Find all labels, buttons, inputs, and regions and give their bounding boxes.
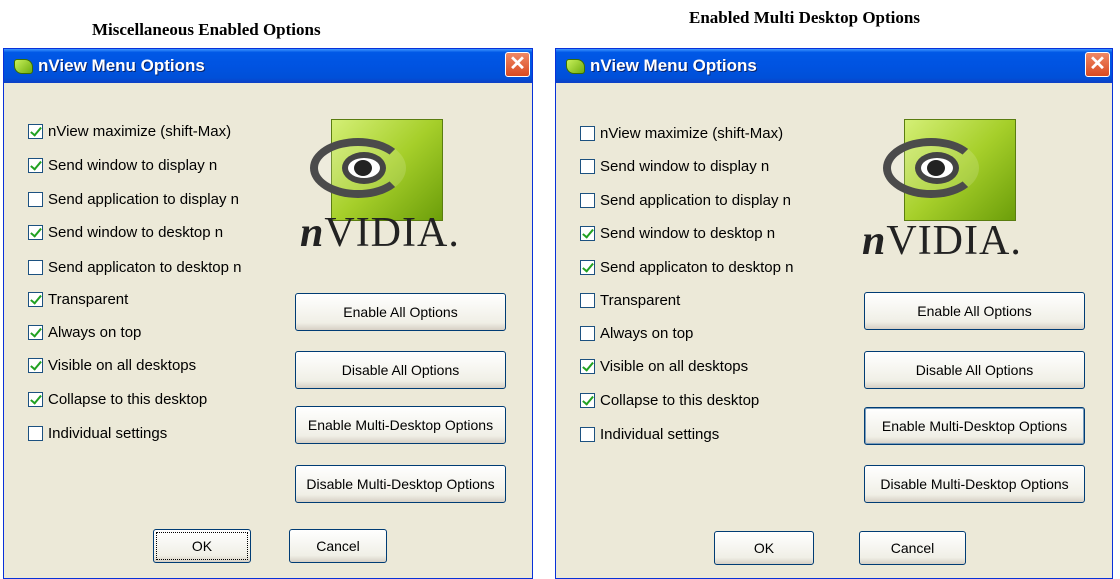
nvidia-app-icon [566, 59, 585, 74]
checkbox[interactable] [580, 392, 595, 408]
option-label: nView maximize (shift-Max) [600, 124, 784, 142]
option-label: Collapse to this desktop [48, 390, 208, 408]
checkbox[interactable] [580, 125, 595, 141]
enable-all-options-button[interactable]: Enable All Options [864, 292, 1085, 330]
option-send-window-to-display[interactable]: Send window to display n [28, 154, 217, 176]
nvidia-eye-logo-icon [883, 119, 1016, 221]
checkbox[interactable] [28, 391, 43, 407]
checkbox[interactable] [580, 192, 595, 208]
option-nview-maximize[interactable]: nView maximize (shift-Max) [28, 120, 231, 142]
option-label: Send window to display n [600, 157, 770, 175]
option-label: Visible on all desktops [48, 356, 197, 374]
checkbox[interactable] [28, 191, 43, 207]
wordmark-prefix: n [862, 218, 887, 264]
checkbox[interactable] [28, 157, 43, 173]
option-collapse-to-this-desktop[interactable]: Collapse to this desktop [580, 389, 759, 411]
option-individual-settings[interactable]: Individual settings [28, 422, 167, 444]
option-always-on-top[interactable]: Always on top [580, 322, 693, 344]
ok-button[interactable]: OK [153, 529, 251, 563]
option-label: Transparent [48, 290, 129, 308]
window-title: nView Menu Options [590, 56, 757, 75]
dialog-nview-menu-options-right: nView Menu Options ✕ nView maximize (shi… [555, 48, 1113, 579]
cancel-button[interactable]: Cancel [289, 529, 387, 563]
option-collapse-to-this-desktop[interactable]: Collapse to this desktop [28, 388, 207, 410]
option-send-window-to-desktop[interactable]: Send window to desktop n [28, 221, 223, 243]
checkbox[interactable] [580, 158, 595, 174]
option-send-application-to-desktop[interactable]: Send applicaton to desktop n [580, 256, 793, 278]
checkbox[interactable] [580, 225, 595, 241]
option-label: Send application to display n [600, 191, 791, 209]
close-button[interactable]: ✕ [505, 52, 530, 77]
option-transparent[interactable]: Transparent [28, 288, 128, 310]
checkbox[interactable] [28, 224, 43, 240]
enable-multi-desktop-options-button[interactable]: Enable Multi-Desktop Options [864, 407, 1085, 445]
option-always-on-top[interactable]: Always on top [28, 321, 141, 343]
checkbox[interactable] [580, 358, 595, 374]
option-label: Send application to display n [48, 190, 239, 208]
disable-multi-desktop-options-button[interactable]: Disable Multi-Desktop Options [295, 465, 506, 503]
window-title: nView Menu Options [38, 56, 205, 75]
enable-all-options-button[interactable]: Enable All Options [295, 293, 506, 331]
option-label: Collapse to this desktop [600, 391, 760, 409]
option-label: nView maximize (shift-Max) [48, 122, 232, 140]
option-label: Individual settings [48, 424, 168, 442]
checkbox[interactable] [28, 324, 43, 340]
wordmark-text: VIDIA. [324, 210, 460, 256]
option-send-application-to-display[interactable]: Send application to display n [28, 188, 239, 210]
option-transparent[interactable]: Transparent [580, 289, 680, 311]
option-send-window-to-desktop[interactable]: Send window to desktop n [580, 222, 775, 244]
option-send-application-to-desktop[interactable]: Send applicaton to desktop n [28, 256, 241, 278]
disable-multi-desktop-options-button[interactable]: Disable Multi-Desktop Options [864, 465, 1085, 503]
checkbox[interactable] [580, 325, 595, 341]
checkbox[interactable] [580, 292, 595, 308]
nvidia-eye-logo-icon [310, 119, 443, 221]
option-label: Transparent [600, 291, 681, 309]
checkbox[interactable] [28, 291, 43, 307]
option-individual-settings[interactable]: Individual settings [580, 423, 719, 445]
nvidia-wordmark-logo: nVIDIA. [862, 217, 1022, 265]
disable-all-options-button[interactable]: Disable All Options [295, 351, 506, 389]
option-label: Send window to desktop n [48, 223, 224, 241]
nvidia-wordmark-logo: nVIDIA. [300, 209, 460, 257]
option-visible-on-all-desktops[interactable]: Visible on all desktops [28, 354, 196, 376]
nvidia-app-icon [14, 59, 33, 74]
title-bar[interactable]: nView Menu Options ✕ [556, 49, 1112, 83]
wordmark-text: VIDIA. [886, 218, 1022, 264]
checkbox[interactable] [28, 357, 43, 373]
dialog-nview-menu-options-left: nView Menu Options ✕ nView maximize (shi… [3, 48, 533, 579]
option-visible-on-all-desktops[interactable]: Visible on all desktops [580, 355, 748, 377]
option-label: Always on top [600, 324, 694, 342]
checkbox[interactable] [28, 259, 43, 275]
option-label: Send window to desktop n [600, 224, 776, 242]
option-label: Visible on all desktops [600, 357, 749, 375]
caption-misc-enabled-options: Miscellaneous Enabled Options [92, 20, 321, 39]
title-bar[interactable]: nView Menu Options ✕ [4, 49, 532, 83]
disable-all-options-button[interactable]: Disable All Options [864, 351, 1085, 389]
option-send-application-to-display[interactable]: Send application to display n [580, 189, 791, 211]
option-label: Send applicaton to desktop n [48, 258, 242, 276]
checkbox[interactable] [28, 425, 43, 441]
option-label: Send applicaton to desktop n [600, 258, 794, 276]
option-nview-maximize[interactable]: nView maximize (shift-Max) [580, 122, 783, 144]
option-send-window-to-display[interactable]: Send window to display n [580, 155, 769, 177]
cancel-button[interactable]: Cancel [859, 531, 966, 565]
checkbox[interactable] [580, 259, 595, 275]
option-label: Individual settings [600, 425, 720, 443]
close-button[interactable]: ✕ [1085, 52, 1110, 77]
enable-multi-desktop-options-button[interactable]: Enable Multi-Desktop Options [295, 406, 506, 444]
ok-button[interactable]: OK [714, 531, 814, 565]
wordmark-prefix: n [300, 210, 325, 256]
option-label: Send window to display n [48, 156, 218, 174]
caption-multi-desktop-options: Enabled Multi Desktop Options [689, 8, 920, 27]
option-label: Always on top [48, 323, 142, 341]
checkbox[interactable] [580, 426, 595, 442]
checkbox[interactable] [28, 123, 43, 139]
